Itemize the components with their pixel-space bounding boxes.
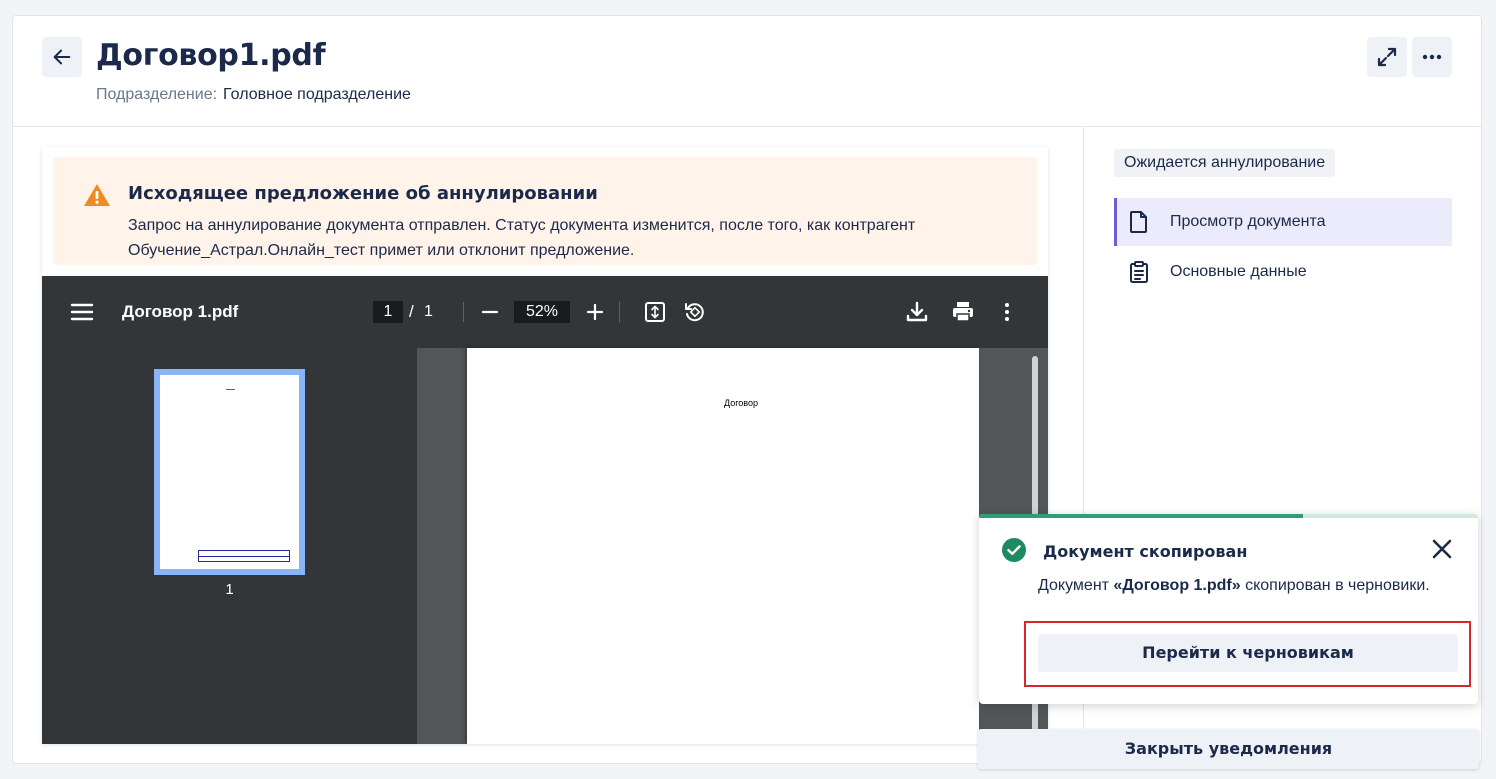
back-button[interactable] — [42, 37, 82, 77]
toast-message-prefix: Документ — [1038, 577, 1114, 594]
pdf-page: Договор — [467, 348, 979, 744]
expand-icon — [1377, 47, 1397, 67]
subdivision-value: Головное подразделение — [223, 86, 411, 103]
toolbar-divider — [619, 302, 620, 322]
pdf-toolbar: Договор 1.pdf 1 / 1 52% — [42, 276, 1048, 348]
page-heading-text: Договор — [724, 398, 758, 408]
cancellation-alert: Исходящее предложение об аннулировании З… — [53, 157, 1037, 265]
go-to-drafts-button[interactable]: Перейти к черновикам — [1038, 634, 1458, 672]
toast-document-name: «Договор 1.pdf» — [1113, 577, 1241, 594]
page-header: Договор1.pdf Подразделение: Головное подр… — [13, 16, 1481, 127]
fit-to-page-icon — [645, 302, 665, 322]
warning-icon — [84, 184, 110, 206]
thumbnail-page — [160, 375, 299, 569]
toast-progress-bar — [979, 514, 1304, 518]
page-number-input[interactable]: 1 — [373, 301, 403, 323]
plus-icon — [586, 303, 604, 321]
thumbnail-table — [198, 550, 290, 562]
rotate-icon — [685, 303, 704, 322]
more-vertical-icon — [1005, 303, 1009, 321]
toolbar-divider — [463, 302, 464, 322]
document-viewer-panel: Исходящее предложение об аннулировании З… — [42, 147, 1048, 744]
download-button[interactable] — [904, 299, 930, 325]
file-icon — [1128, 210, 1150, 234]
alert-text: Запрос на аннулирование документа отправ… — [128, 217, 916, 259]
close-notifications-button[interactable]: Закрыть уведомления — [978, 729, 1479, 769]
menu-icon[interactable] — [70, 300, 94, 324]
total-pages: 1 — [424, 303, 433, 320]
thumbnail-sidebar: 1 — [42, 348, 417, 744]
copied-notification: Документ скопирован Документ «Договор 1.… — [979, 514, 1478, 704]
zoom-in-button[interactable] — [583, 300, 607, 324]
thumbnail-heading-line — [226, 389, 235, 390]
nav-item-label: Просмотр документа — [1170, 213, 1326, 230]
check-circle-icon — [1002, 538, 1026, 562]
page-title: Договор1.pdf — [96, 38, 326, 73]
page-thumbnail[interactable] — [154, 369, 305, 575]
toast-title: Документ скопирован — [1043, 542, 1248, 561]
minus-icon — [481, 310, 499, 314]
more-horizontal-icon — [1422, 54, 1442, 60]
nav-item-main-data[interactable]: Основные данные — [1114, 248, 1452, 296]
thumbnail-page-number: 1 — [225, 581, 234, 598]
subdivision-label: Подразделение: — [96, 86, 218, 103]
close-icon[interactable] — [1429, 536, 1455, 562]
clipboard-icon — [1128, 260, 1150, 284]
toast-message: Документ «Договор 1.pdf» скопирован в че… — [1038, 574, 1438, 598]
nav-item-label: Основные данные — [1170, 263, 1307, 280]
page-separator: / — [409, 302, 414, 321]
fit-page-button[interactable] — [643, 300, 667, 324]
zoom-out-button[interactable] — [478, 300, 502, 324]
toast-message-suffix: скопирован в черновики. — [1240, 577, 1430, 594]
more-options-button[interactable] — [1412, 37, 1452, 77]
alert-title: Исходящее предложение об аннулировании — [128, 183, 598, 204]
pdf-more-button[interactable] — [997, 300, 1017, 324]
pdf-file-name: Договор 1.pdf — [122, 302, 239, 321]
status-badge: Ожидается аннулирование — [1114, 149, 1336, 177]
subdivision-info: Подразделение: Головное подразделение — [96, 86, 411, 104]
zoom-level-input[interactable]: 52% — [514, 301, 570, 323]
fullscreen-button[interactable] — [1367, 37, 1407, 77]
arrow-left-icon — [53, 49, 71, 65]
print-button[interactable] — [950, 299, 976, 325]
printer-icon — [953, 302, 973, 322]
pdf-viewer: Договор 1.pdf 1 / 1 52% 1 Договор — [42, 276, 1048, 744]
nav-item-document-view[interactable]: Просмотр документа — [1114, 198, 1452, 246]
download-icon — [906, 301, 928, 322]
rotate-button[interactable] — [683, 300, 707, 324]
